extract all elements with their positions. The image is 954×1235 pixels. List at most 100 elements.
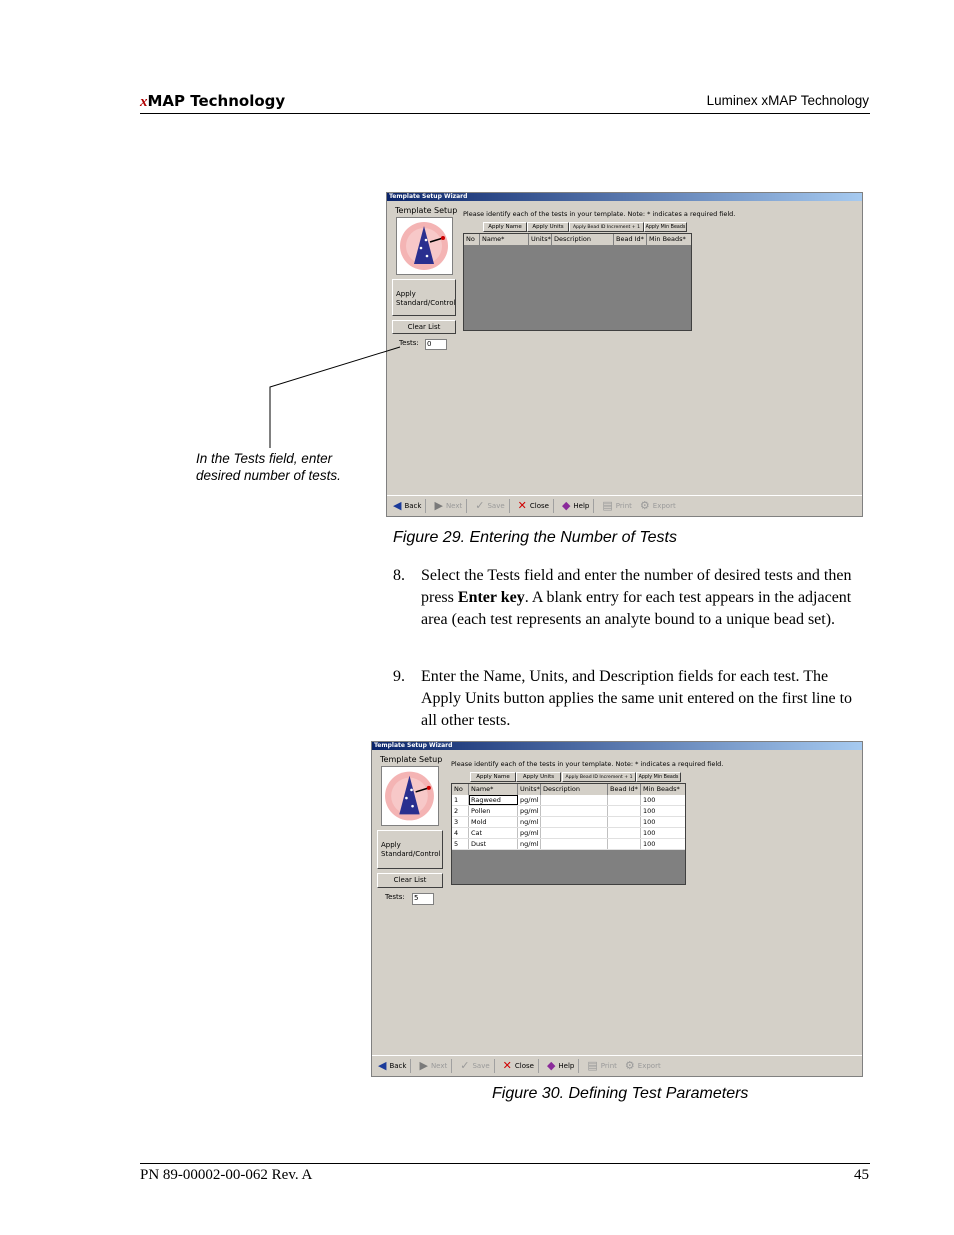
wizard-toolbar: ◀ Back ▶ Next ✓ Save ✕ Close ◆ Help ▤ Print ⚙ E… — [372, 1055, 862, 1075]
callout-text: In the Tests field, enter desired number … — [196, 450, 386, 484]
apply-bead-id-increment-button[interactable]: Apply Bead ID Increment + 1 — [569, 222, 644, 232]
brand-x: x — [140, 94, 148, 110]
next-arrow-icon: ▶ — [434, 499, 443, 512]
figure-29-caption: Figure 29. Entering the Number of Tests — [393, 529, 677, 546]
cell-no: 5 — [452, 839, 469, 849]
cell-description[interactable] — [541, 817, 608, 827]
clear-list-button[interactable]: Clear List — [377, 873, 443, 888]
cell-no: 3 — [452, 817, 469, 827]
export-gear-icon: ⚙ — [624, 1059, 635, 1072]
col-name: Name* — [480, 234, 529, 245]
figure-30-caption: Figure 30. Defining Test Parameters — [492, 1085, 749, 1102]
export-label: Export — [652, 501, 676, 510]
print-button[interactable]: ▤ Print — [602, 500, 632, 511]
apply-units-button[interactable]: Apply Units — [527, 222, 569, 232]
cell-units[interactable]: ng/ml — [518, 817, 541, 827]
table-row[interactable]: 2 Pollen pg/ml 100 — [452, 806, 685, 817]
help-button[interactable]: ◆ Help — [547, 1058, 580, 1073]
cell-no: 1 — [452, 795, 469, 805]
cell-min-beads[interactable]: 100 — [641, 839, 685, 849]
cell-description[interactable] — [541, 828, 608, 838]
close-label: Close — [514, 1061, 534, 1070]
cell-min-beads[interactable]: 100 — [641, 828, 685, 838]
col-no: No — [452, 784, 469, 795]
cell-name[interactable]: Cat — [469, 828, 518, 838]
cell-name[interactable]: Mold — [469, 817, 518, 827]
close-label: Close — [529, 501, 549, 510]
cell-description[interactable] — [541, 795, 608, 805]
cell-bead-id[interactable] — [608, 795, 641, 805]
cell-min-beads[interactable]: 100 — [641, 817, 685, 827]
window-title: Template Setup Wizard — [387, 193, 862, 201]
col-min-beads: Min Beads* — [649, 235, 686, 243]
step-9-text: Enter the Name, Units, and Description f… — [421, 668, 853, 729]
export-button[interactable]: ⚙ Export — [625, 1060, 661, 1071]
cell-bead-id[interactable] — [608, 806, 641, 816]
cell-name[interactable]: Dust — [469, 839, 518, 849]
save-button[interactable]: ✓ Save — [460, 1058, 495, 1073]
help-button[interactable]: ◆ Help — [562, 498, 595, 513]
next-button[interactable]: ▶ Next — [419, 1058, 453, 1073]
callout-line2: desired number of tests. — [196, 468, 341, 483]
cell-bead-id[interactable] — [608, 817, 641, 827]
cell-bead-id[interactable] — [608, 839, 641, 849]
close-button[interactable]: ✕ Close — [502, 1058, 539, 1073]
tests-grid[interactable]: No Name* Units* Description Bead Id* Min… — [463, 233, 692, 331]
export-label: Export — [637, 1061, 661, 1070]
close-x-icon: ✕ — [502, 1059, 512, 1072]
apply-units-button[interactable]: Apply Units — [516, 772, 561, 782]
page-number: 45 — [854, 1167, 869, 1183]
wizard-picture — [381, 766, 439, 826]
clear-list-button[interactable]: Clear List — [392, 320, 456, 334]
footer-rule — [140, 1163, 870, 1164]
save-label: Save — [472, 1061, 490, 1070]
cell-no: 2 — [452, 806, 469, 816]
window-title: Template Setup Wizard — [372, 742, 862, 750]
back-button[interactable]: ◀ Back — [378, 1058, 412, 1073]
check-icon: ✓ — [475, 499, 485, 512]
next-button[interactable]: ▶ Next — [434, 498, 468, 513]
apply-std-line2: Standard/Control — [396, 299, 456, 307]
apply-name-button[interactable]: Apply Name — [470, 772, 516, 782]
tests-input[interactable]: 5 — [412, 893, 434, 905]
cell-description[interactable] — [541, 806, 608, 816]
col-description: Description — [541, 784, 608, 795]
cell-no: 4 — [452, 828, 469, 838]
cell-name[interactable]: Ragweed — [469, 795, 518, 805]
cell-min-beads[interactable]: 100 — [641, 795, 685, 805]
export-button[interactable]: ⚙ Export — [640, 500, 676, 511]
back-arrow-icon: ◀ — [393, 499, 402, 512]
col-no: No — [464, 234, 480, 245]
cell-bead-id[interactable] — [608, 828, 641, 838]
table-row[interactable]: 4 Cat pg/ml 100 — [452, 828, 685, 839]
col-description: Description — [552, 234, 614, 245]
cell-units[interactable]: pg/ml — [518, 828, 541, 838]
back-button[interactable]: ◀ Back — [393, 498, 427, 513]
table-row[interactable]: 1 Ragweed pg/ml 100 — [452, 795, 685, 806]
apply-name-button[interactable]: Apply Name — [483, 222, 527, 232]
apply-min-beads-button[interactable]: Apply Min Beads — [644, 222, 687, 232]
apply-standard-control-button[interactable]: Apply Standard/Control — [392, 279, 456, 316]
tests-grid[interactable]: No Name* Units* Description Bead Id* Min… — [451, 783, 686, 885]
table-row[interactable]: 5 Dust ng/ml 100 — [452, 839, 685, 850]
callout-leader-line — [269, 346, 401, 448]
apply-standard-control-button[interactable]: Apply Standard/Control — [377, 830, 443, 869]
print-button[interactable]: ▤ Print — [587, 1060, 617, 1071]
cell-units[interactable]: pg/ml — [518, 806, 541, 816]
apply-bead-id-increment-button[interactable]: Apply Bead ID Increment + 1 — [562, 772, 636, 782]
cell-description[interactable] — [541, 839, 608, 849]
col-name: Name* — [469, 784, 518, 795]
tests-input[interactable]: 0 — [425, 339, 447, 350]
cell-units[interactable]: pg/ml — [518, 795, 541, 805]
save-button[interactable]: ✓ Save — [475, 498, 510, 513]
cell-name[interactable]: Pollen — [469, 806, 518, 816]
cell-min-beads[interactable]: 100 — [641, 806, 685, 816]
col-min-beads: Min Beads* — [643, 785, 680, 793]
step-9: 9. Enter the Name, Units, and Descriptio… — [393, 666, 873, 732]
instruction-text: Please identify each of the tests in you… — [451, 760, 724, 768]
header-rule — [140, 113, 870, 114]
close-button[interactable]: ✕ Close — [518, 498, 554, 513]
apply-min-beads-button[interactable]: Apply Min Beads — [636, 772, 681, 782]
cell-units[interactable]: ng/ml — [518, 839, 541, 849]
table-row[interactable]: 3 Mold ng/ml 100 — [452, 817, 685, 828]
